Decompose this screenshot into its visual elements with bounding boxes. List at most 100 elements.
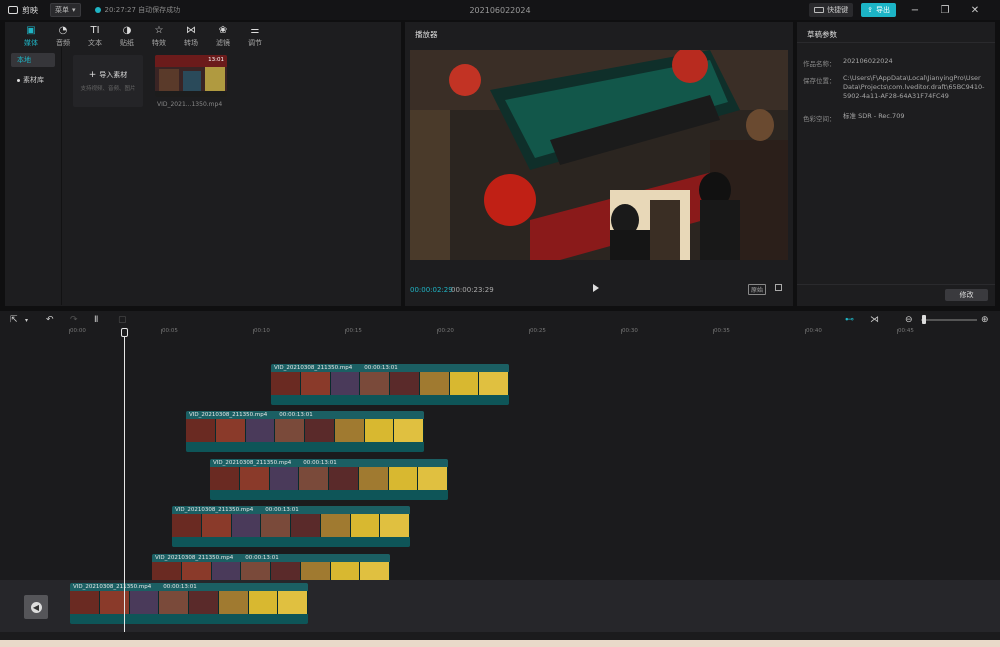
clip-audio-waveform bbox=[172, 537, 410, 547]
clip-frame bbox=[300, 372, 331, 395]
tab-transition[interactable]: ⋈ 转场 bbox=[175, 22, 207, 48]
link-icon[interactable]: ⊷ bbox=[845, 315, 854, 325]
clip-name: VID_20210308_211350.mp4 bbox=[155, 555, 234, 561]
clip-frame bbox=[172, 514, 202, 537]
clip-frame bbox=[418, 467, 448, 490]
clip-duration: 00:00:13:01 bbox=[163, 584, 197, 590]
minimize-icon[interactable]: − bbox=[904, 5, 926, 16]
export-button[interactable]: ⇪ 导出 bbox=[861, 3, 896, 17]
video-preview[interactable] bbox=[410, 50, 788, 260]
ruler-tick: 00:30 bbox=[621, 328, 638, 334]
clip-frame bbox=[261, 514, 291, 537]
timeline-ruler[interactable]: 00:00 00:05 00:10 00:15 00:20 00:25 00:30 00:35… bbox=[69, 328, 1000, 338]
timeline-toolbar: ⇱ ▾ ↶ ↷ Ⅱ ▢ ⊷ ⋊ ⊖ ⊕ bbox=[0, 312, 1000, 328]
delete-icon[interactable]: ▢ bbox=[118, 315, 127, 325]
name-label: 作品名称： bbox=[803, 60, 836, 68]
modify-button[interactable]: 修改 bbox=[945, 289, 988, 301]
tab-filter[interactable]: ❀ 滤镜 bbox=[207, 22, 239, 48]
clip-header: VID_20210308_211350.mp4 00:00:13:01 bbox=[210, 459, 448, 467]
cover-button[interactable]: ◀ bbox=[24, 595, 48, 619]
timeline-clip[interactable]: VID_20210308_211350.mp4 00:00:13:01 bbox=[271, 364, 509, 405]
clip-header: VID_20210308_211350.mp4 00:00:13:01 bbox=[172, 506, 410, 514]
back-arrow-icon: ◀ bbox=[30, 601, 42, 613]
ruler-tick: 00:40 bbox=[805, 328, 822, 334]
clip-frame bbox=[390, 372, 420, 395]
chevron-down-icon[interactable]: ▾ bbox=[25, 317, 28, 324]
clip-frame bbox=[99, 591, 130, 614]
tab-audio[interactable]: ◔ 音频 bbox=[47, 22, 79, 48]
sidebar-item-library[interactable]: 素材库 bbox=[11, 73, 55, 87]
clip-frame bbox=[186, 419, 216, 442]
divider bbox=[797, 284, 995, 285]
clip-frame bbox=[210, 467, 240, 490]
play-icon[interactable] bbox=[593, 284, 599, 292]
clip-frame bbox=[275, 419, 305, 442]
ruler-tick: 00:20 bbox=[437, 328, 454, 334]
timeline-clip[interactable]: VID_20210308_211350.mp4 00:00:13:01 bbox=[172, 506, 410, 547]
clip-frame bbox=[358, 467, 389, 490]
tab-adjust[interactable]: ⚌ 调节 bbox=[239, 22, 271, 48]
close-icon[interactable]: ✕ bbox=[964, 5, 986, 16]
plus-icon: + bbox=[88, 70, 97, 80]
ratio-button[interactable]: 原始 bbox=[748, 284, 767, 295]
timeline-clip[interactable]: VID_20210308_211350.mp4 00:00:13:01 bbox=[210, 459, 448, 500]
import-button[interactable]: + 导入素材 支持视频、音频、图片 bbox=[73, 55, 143, 107]
filter-icon: ❀ bbox=[218, 25, 228, 36]
media-clip-thumbnail[interactable]: 13:01 bbox=[155, 55, 227, 97]
clip-duration: 00:00:13:01 bbox=[303, 460, 337, 466]
ruler-tick: 00:00 bbox=[69, 328, 86, 334]
effects-icon: ☆ bbox=[154, 25, 164, 36]
ruler-tick: 00:25 bbox=[529, 328, 546, 334]
media-icon: ▣ bbox=[26, 25, 36, 36]
clip-frames bbox=[210, 467, 448, 490]
clip-frame bbox=[334, 419, 365, 442]
media-tabs: ▣ 媒体 ◔ 音频 TI 文本 ◑ 贴纸 ☆ 特效 ⋈ 转场 ❀ 滤镜 ⚌ 调节 bbox=[5, 22, 400, 48]
redo-icon[interactable]: ↷ bbox=[70, 315, 78, 325]
clip-frame bbox=[388, 467, 419, 490]
clip-duration: 00:00:13:01 bbox=[245, 555, 279, 561]
clip-frame bbox=[70, 591, 100, 614]
tab-media[interactable]: ▣ 媒体 bbox=[15, 22, 47, 48]
select-cursor-icon[interactable]: ⇱ bbox=[10, 315, 18, 325]
clip-frame bbox=[364, 419, 395, 442]
clip-audio-waveform bbox=[210, 490, 448, 500]
clip-frame bbox=[218, 591, 249, 614]
tab-text[interactable]: TI 文本 bbox=[79, 22, 111, 48]
chevron-down-icon: ▾ bbox=[72, 6, 76, 14]
maximize-icon[interactable]: ❐ bbox=[934, 5, 956, 16]
text-icon: TI bbox=[90, 25, 100, 36]
clip-frame bbox=[299, 467, 329, 490]
shortcut-button[interactable]: 快捷键 bbox=[809, 3, 854, 17]
clip-frame bbox=[239, 467, 270, 490]
media-clip-name: VID_2021...1350.mp4 bbox=[157, 101, 223, 108]
zoom-slider-handle[interactable] bbox=[922, 315, 926, 324]
clip-frame bbox=[159, 591, 189, 614]
zoom-slider[interactable] bbox=[921, 319, 977, 321]
split-icon[interactable]: Ⅱ bbox=[94, 315, 98, 325]
clip-frames bbox=[271, 372, 509, 395]
zoom-out-icon[interactable]: ⊖ bbox=[905, 315, 913, 325]
clip-frame bbox=[320, 514, 351, 537]
timeline-clip[interactable]: VID_20210308_211350.mp4 00:00:13:01 bbox=[70, 583, 308, 624]
keyboard-icon bbox=[814, 7, 825, 13]
draft-params-panel: 草稿参数 作品名称： 202106022024 保存位置： C:\Users\F… bbox=[797, 22, 995, 306]
fullscreen-icon[interactable] bbox=[775, 284, 782, 291]
playhead[interactable] bbox=[124, 330, 125, 632]
sidebar-item-local[interactable]: 本地 bbox=[11, 53, 55, 67]
audio-icon: ◔ bbox=[58, 25, 68, 36]
color-space-value: 标准 SDR - Rec.709 bbox=[843, 112, 905, 120]
menu-button[interactable]: 菜单 ▾ bbox=[50, 3, 81, 17]
clip-frame bbox=[129, 591, 160, 614]
tab-sticker[interactable]: ◑ 贴纸 bbox=[111, 22, 143, 48]
timeline-clip[interactable]: VID_20210308_211350.mp4 00:00:13:01 bbox=[186, 411, 424, 452]
transition-icon: ⋈ bbox=[186, 25, 196, 36]
preview-axis-icon[interactable]: ⋊ bbox=[870, 315, 879, 325]
media-panel: ▣ 媒体 ◔ 音频 TI 文本 ◑ 贴纸 ☆ 特效 ⋈ 转场 ❀ 滤镜 ⚌ 调节 本地 素材库 … bbox=[5, 22, 401, 306]
zoom-in-icon[interactable]: ⊕ bbox=[981, 315, 989, 325]
playhead-handle[interactable] bbox=[121, 328, 128, 337]
clip-frame bbox=[278, 591, 308, 614]
clip-frame bbox=[380, 514, 410, 537]
clip-frame bbox=[419, 372, 450, 395]
undo-icon[interactable]: ↶ bbox=[46, 315, 54, 325]
tab-effects[interactable]: ☆ 特效 bbox=[143, 22, 175, 48]
